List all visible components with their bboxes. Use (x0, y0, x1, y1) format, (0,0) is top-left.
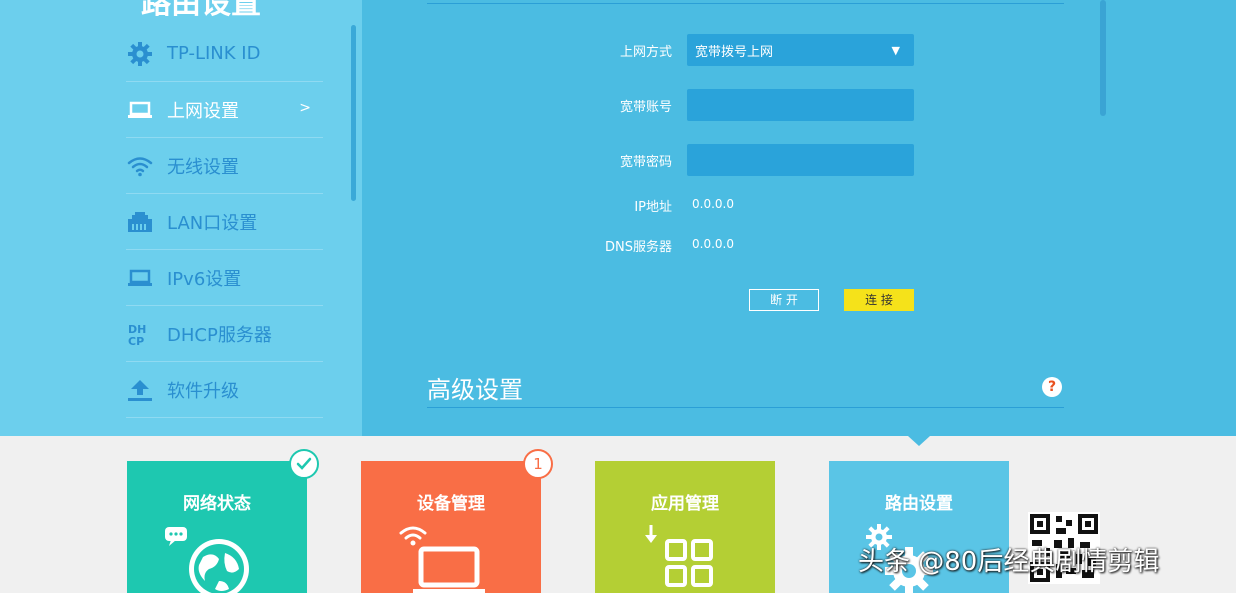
chevron-right-icon: > (299, 100, 311, 116)
divider (427, 3, 1064, 4)
connection-mode-select[interactable]: 宽带拨号上网 ▼ (687, 34, 914, 66)
tile-label: 网络状态 (183, 494, 251, 514)
check-icon (296, 457, 312, 470)
upload-icon (126, 376, 154, 404)
sidebar-item-tplink-id[interactable]: TP-LINK ID (126, 26, 323, 82)
laptop-icon (126, 264, 154, 292)
sidebar-item-label: 上网设置 (167, 100, 239, 122)
sidebar-item-label: LAN口设置 (167, 212, 258, 234)
sidebar: 路由设置 TP-LINK ID 上网设置 > 无线设置 LAN口设置 IPv6设… (0, 0, 362, 436)
tile-label: 应用管理 (651, 494, 719, 514)
main-scrollbar[interactable] (1100, 0, 1106, 116)
sidebar-item-wireless[interactable]: 无线设置 (126, 138, 323, 194)
watermark-text: 头条 @80后经典剧情剪辑 (858, 547, 1160, 577)
wifi-icon (126, 152, 154, 180)
divider (427, 407, 1064, 408)
sidebar-item-label: TP-LINK ID (167, 43, 261, 64)
active-tile-pointer (908, 436, 930, 446)
chevron-down-icon: ▼ (891, 44, 900, 57)
laptop-icon (126, 96, 154, 124)
device-count-badge: 1 (523, 449, 553, 479)
sidebar-item-label: 软件升级 (167, 380, 239, 402)
ip-label: IP地址 (634, 200, 672, 215)
ip-value: 0.0.0.0 (692, 197, 734, 211)
account-input[interactable] (687, 89, 914, 121)
laptop-wifi-icon (399, 526, 485, 593)
advanced-settings-title[interactable]: 高级设置 (427, 370, 523, 405)
tile-app-management[interactable]: 应用管理 (595, 461, 775, 593)
sidebar-item-label: IPv6设置 (167, 268, 242, 290)
password-label: 宽带密码 (619, 155, 672, 170)
connect-button[interactable]: 连 接 (844, 289, 914, 311)
connection-mode-value: 宽带拨号上网 (695, 44, 774, 60)
svg-text:CP: CP (128, 335, 144, 347)
mode-label: 上网方式 (619, 45, 672, 60)
disconnect-button[interactable]: 断 开 (749, 289, 819, 311)
dns-value: 0.0.0.0 (692, 237, 734, 251)
account-label: 宽带账号 (619, 100, 672, 115)
tile-device-management[interactable]: 设备管理 (361, 461, 541, 593)
globe-icon (165, 527, 249, 593)
sidebar-item-dhcp[interactable]: DH CP DHCP服务器 (126, 306, 323, 362)
tile-label: 设备管理 (417, 494, 485, 514)
sidebar-item-label: 无线设置 (167, 156, 239, 178)
sidebar-item-label: DHCP服务器 (167, 324, 272, 346)
password-input[interactable] (687, 144, 914, 176)
check-badge (289, 449, 319, 479)
dns-label: DNS服务器 (605, 240, 672, 255)
main-panel: 上网方式 宽带拨号上网 ▼ 宽带账号 宽带密码 IP地址 0.0.0.0 DNS… (362, 0, 1236, 436)
sidebar-item-internet[interactable]: 上网设置 > (126, 82, 323, 138)
lan-port-icon (126, 208, 154, 236)
tile-network-status[interactable]: 网络状态 (127, 461, 307, 593)
sidebar-item-upgrade[interactable]: 软件升级 (126, 362, 323, 418)
sidebar-scrollbar[interactable] (351, 25, 356, 201)
help-icon[interactable]: ? (1042, 377, 1062, 397)
apps-grid-icon (645, 525, 713, 587)
sidebar-item-ipv6[interactable]: IPv6设置 (126, 250, 323, 306)
gear-icon (126, 40, 154, 68)
dhcp-icon: DH CP (126, 320, 154, 348)
sidebar-title: 路由设置 (141, 0, 261, 21)
sidebar-item-lan[interactable]: LAN口设置 (126, 194, 323, 250)
tile-label: 路由设置 (885, 494, 953, 514)
